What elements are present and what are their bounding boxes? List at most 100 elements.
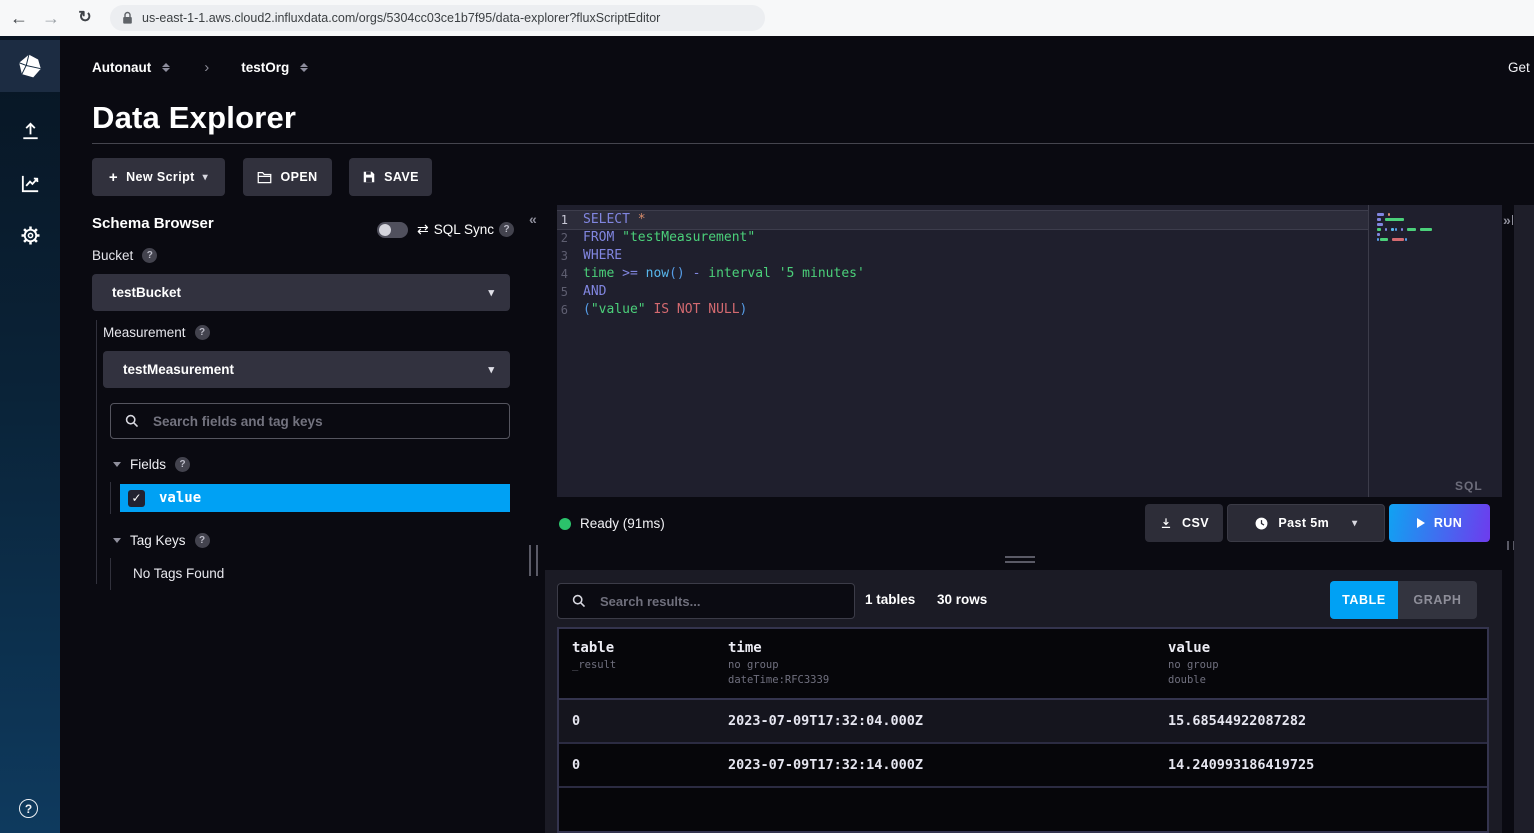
schema-browser-heading: Schema Browser: [92, 215, 214, 232]
browser-back-icon[interactable]: ←: [6, 0, 32, 36]
results-cell: 0: [559, 713, 715, 729]
measurement-dropdown[interactable]: testMeasurement ▾: [103, 351, 510, 388]
tag-keys-section[interactable]: Tag Keys ?: [113, 533, 210, 548]
tree-indent-guide: [110, 482, 111, 514]
fields-section[interactable]: Fields ?: [113, 457, 190, 472]
sql-sync-label: SQL Sync: [434, 222, 494, 237]
sql-editor[interactable]: 1SELECT *2FROM "testMeasurement"3WHERE4t…: [557, 205, 1368, 497]
code-token: *: [638, 211, 646, 229]
results-search-input[interactable]: [598, 593, 818, 610]
code-line: 4time >= now() - interval '5 minutes': [557, 265, 1368, 283]
column-header: timeno groupdateTime:RFC3339: [715, 639, 1155, 688]
chevron-down-icon: ▾: [488, 286, 494, 299]
horizontal-splitter-handle[interactable]: [1005, 556, 1035, 563]
chevron-right-icon: ›: [204, 59, 209, 76]
code-token: interval: [708, 265, 771, 283]
code-token: [614, 229, 622, 247]
column-header: table_result: [559, 639, 715, 688]
line-number: 5: [557, 283, 583, 301]
code-token: FROM: [583, 229, 614, 247]
code-token: ): [740, 301, 748, 319]
code-line: 2FROM "testMeasurement": [557, 229, 1368, 247]
new-script-button[interactable]: + New Script ▾: [92, 158, 225, 196]
csv-button[interactable]: CSV: [1145, 504, 1223, 542]
code-token: SELECT: [583, 211, 630, 229]
charts-icon[interactable]: [0, 167, 60, 199]
code-token: "value": [591, 301, 646, 319]
results-cell: 14.240993186419725: [1155, 757, 1487, 773]
line-number: 4: [557, 265, 583, 283]
schema-search-input[interactable]: [151, 413, 451, 430]
get-link[interactable]: Get: [1508, 60, 1530, 75]
download-icon: [1159, 516, 1173, 530]
tab-table[interactable]: TABLE: [1330, 581, 1398, 619]
checkbox-checked-icon[interactable]: ✓: [128, 490, 145, 507]
influxdb-logo[interactable]: [0, 40, 60, 92]
chevron-down-icon: ▾: [203, 172, 208, 183]
help-icon[interactable]: ?: [19, 799, 38, 818]
code-token: [685, 265, 693, 283]
code-token: [646, 301, 654, 319]
status-dot: [559, 518, 571, 530]
settings-gear-icon[interactable]: [0, 219, 60, 251]
vertical-splitter-handle[interactable]: [529, 545, 538, 576]
status-text: Ready (91ms): [580, 516, 665, 531]
plus-icon: +: [109, 169, 118, 186]
code-token: AND: [583, 283, 606, 301]
upload-icon[interactable]: [0, 115, 60, 147]
results-search[interactable]: [557, 583, 855, 619]
code-token: '5 minutes': [779, 265, 865, 283]
browser-forward-icon[interactable]: →: [38, 0, 64, 36]
fields-help-icon[interactable]: ?: [175, 457, 190, 472]
bucket-dropdown[interactable]: testBucket ▾: [92, 274, 510, 311]
code-token: [638, 265, 646, 283]
results-cell: 0: [559, 757, 715, 773]
influxdb-data-explorer: ← → ↻ us-east-1-1.aws.cloud2.influxdata.…: [0, 0, 1534, 833]
sql-sync-toggle[interactable]: [377, 222, 408, 238]
code-token: (: [583, 301, 591, 319]
project-updown-icon[interactable]: [300, 63, 308, 72]
save-disk-icon: [362, 170, 376, 184]
bucket-help-icon[interactable]: ?: [142, 248, 157, 263]
code-line: 1SELECT *: [557, 211, 1368, 229]
run-button[interactable]: RUN: [1389, 504, 1490, 542]
schema-search[interactable]: [110, 403, 510, 439]
tag-keys-help-icon[interactable]: ?: [195, 533, 210, 548]
page-title: Data Explorer: [92, 100, 296, 136]
time-range-dropdown[interactable]: Past 5m ▾: [1227, 504, 1385, 542]
tree-indent-guide: [110, 558, 111, 590]
measurement-label: Measurement ?: [103, 325, 210, 340]
language-badge: SQL: [1455, 479, 1483, 493]
measurement-help-icon[interactable]: ?: [195, 325, 210, 340]
org-switcher[interactable]: Autonaut: [92, 60, 151, 75]
play-icon: [1417, 518, 1425, 528]
collapse-caret-icon[interactable]: [113, 462, 121, 467]
no-tags-found: No Tags Found: [133, 566, 224, 581]
open-button[interactable]: OPEN: [243, 158, 332, 196]
editor-minimap[interactable]: [1369, 205, 1502, 497]
sync-arrows-icon: ⇄: [417, 221, 429, 238]
org-updown-icon[interactable]: [162, 63, 170, 72]
collapse-caret-icon[interactable]: [113, 538, 121, 543]
expand-panel-right-icon[interactable]: »: [1503, 212, 1513, 228]
results-cell: 2023-07-09T17:32:14.000Z: [715, 757, 1155, 773]
line-number: 6: [557, 301, 583, 319]
save-button[interactable]: SAVE: [349, 158, 432, 196]
code-token: (): [669, 265, 685, 283]
line-number: 1: [557, 211, 583, 229]
collapse-panel-left-icon[interactable]: «: [529, 211, 537, 227]
minimap-line: [1377, 223, 1502, 226]
search-icon: [125, 414, 139, 428]
sql-sync-help-icon[interactable]: ?: [499, 222, 514, 237]
column-header: valueno groupdouble: [1155, 639, 1487, 688]
field-value-row[interactable]: ✓ value: [120, 484, 510, 512]
project-switcher[interactable]: testOrg: [241, 60, 289, 75]
browser-reload-icon[interactable]: ↻: [72, 0, 98, 36]
code-token: time: [583, 265, 614, 283]
title-divider: [92, 143, 1534, 144]
browser-chrome: ← → ↻ us-east-1-1.aws.cloud2.influxdata.…: [0, 0, 1534, 36]
field-name: value: [159, 490, 201, 506]
code-token: WHERE: [583, 247, 622, 265]
tab-graph[interactable]: GRAPH: [1398, 581, 1477, 619]
address-bar[interactable]: us-east-1-1.aws.cloud2.influxdata.com/or…: [110, 5, 765, 31]
